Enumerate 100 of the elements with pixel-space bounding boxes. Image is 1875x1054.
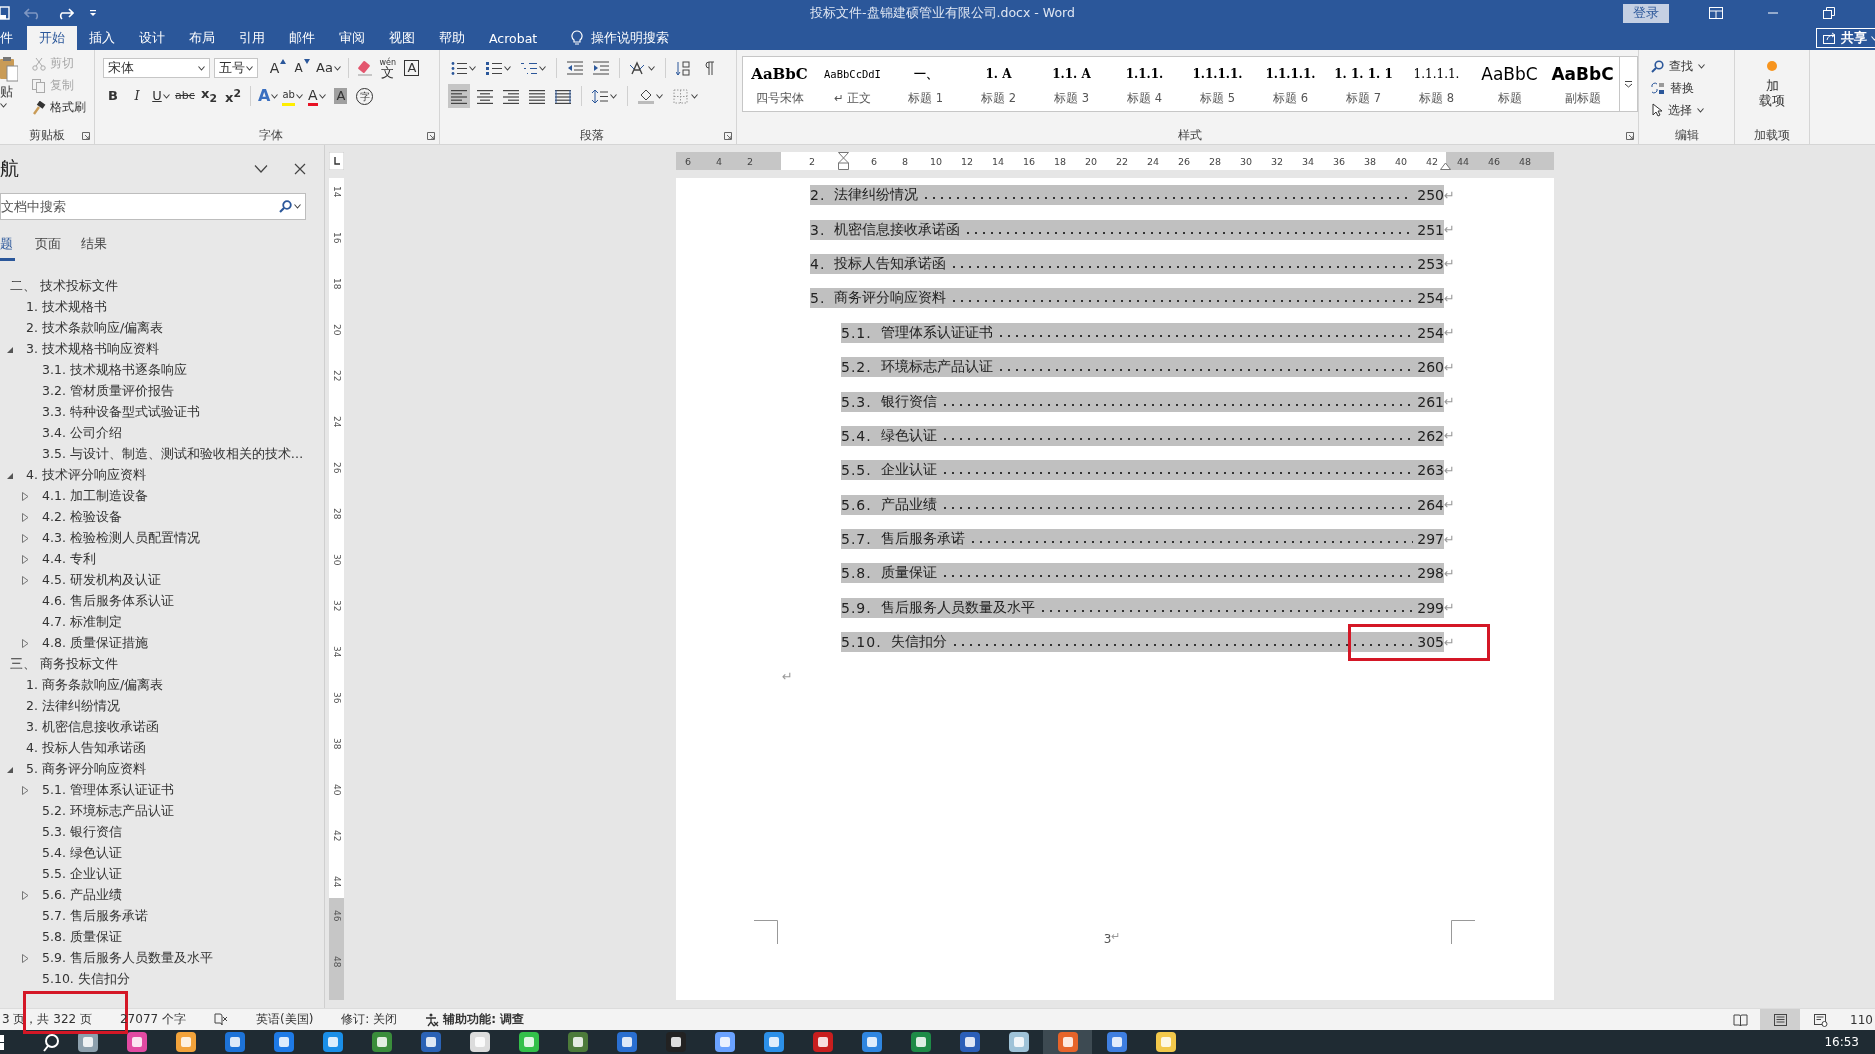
toc-entry[interactable]: 3. 机密信息接收承诺函 251 xyxy=(810,219,1444,240)
expand-arrow-icon[interactable] xyxy=(22,786,29,795)
app-icon[interactable] xyxy=(860,1031,883,1053)
heading-link[interactable]: 5.3. 银行资信 xyxy=(42,824,122,841)
accessibility-status[interactable]: 辅助功能: 调查 xyxy=(425,1011,525,1028)
change-case-button[interactable]: Aa xyxy=(316,57,341,79)
style-option[interactable]: 1.1.1.1. 标题 8 xyxy=(1400,57,1473,111)
underline-button[interactable]: U xyxy=(151,85,171,107)
ribbon-tab[interactable]: 件 xyxy=(0,26,27,50)
heading-link[interactable]: 二、 技术投标文件 xyxy=(10,278,118,295)
app-icon[interactable] xyxy=(174,1031,197,1053)
ribbon-tab[interactable]: 引用 xyxy=(227,26,277,50)
heading-link[interactable]: 3.4. 公司介绍 xyxy=(42,425,122,442)
toc-entry[interactable]: 5.10. 失信扣分 305 xyxy=(841,632,1444,653)
character-border-button[interactable]: A xyxy=(401,57,422,79)
heading-link[interactable]: 3.2. 管材质量评价报告 xyxy=(42,383,174,400)
collapse-arrow-icon[interactable] xyxy=(6,765,14,774)
app-icon[interactable] xyxy=(1154,1031,1177,1053)
heading-link[interactable]: 3.5. 与设计、制造、测试和验收相关的技术… xyxy=(42,446,304,463)
expand-arrow-icon[interactable] xyxy=(22,576,29,585)
customize-icon[interactable] xyxy=(88,8,98,18)
toc-entry[interactable]: 4. 投标人告知承诺函 253 xyxy=(810,253,1444,274)
expand-arrow-icon[interactable] xyxy=(22,639,29,648)
style-option[interactable]: 1. 1. 1. 1 标题 7 xyxy=(1327,57,1400,111)
format-painter-button[interactable]: 格式刷 xyxy=(32,98,86,117)
app-icon[interactable] xyxy=(321,1031,344,1053)
expand-arrow-icon[interactable] xyxy=(22,534,29,543)
tab-stop-icon[interactable] xyxy=(329,152,344,170)
italic-button[interactable]: I xyxy=(127,85,147,107)
toc-entry[interactable]: 5.3. 银行资信 261 xyxy=(841,391,1444,412)
search-field[interactable]: 文档中搜索 xyxy=(0,193,306,220)
search-icon[interactable] xyxy=(279,200,292,213)
highlight-button[interactable]: ab xyxy=(282,85,303,107)
style-option[interactable]: AaBbC 四号宋体 xyxy=(743,57,816,111)
app-icon[interactable] xyxy=(664,1031,687,1053)
ribbon-display-icon[interactable] xyxy=(1709,7,1723,19)
heading-link[interactable]: 2. 技术条款响应/偏离表 xyxy=(26,320,164,337)
language-status[interactable]: 英语(美国) xyxy=(256,1011,314,1028)
heading-link[interactable]: 1. 商务条款响应/偏离表 xyxy=(26,677,164,694)
expand-arrow-icon[interactable] xyxy=(22,492,29,501)
toc-entry[interactable]: 5.4. 绿色认证 262 xyxy=(841,425,1444,446)
app-icon[interactable] xyxy=(811,1031,834,1053)
expand-arrow-icon[interactable] xyxy=(22,891,29,900)
style-option[interactable]: AaBbCcDdI ↵ 正文 xyxy=(816,57,889,111)
heading-link[interactable]: 4.6. 售后服务体系认证 xyxy=(42,593,174,610)
toc-entry[interactable]: 5.9. 售后服务人员数量及水平 299 xyxy=(841,597,1444,618)
app-icon[interactable] xyxy=(1056,1031,1079,1053)
ribbon-tab[interactable]: 帮助 xyxy=(427,26,477,50)
heading-link[interactable]: 4.1. 加工制造设备 xyxy=(42,488,148,505)
strikethrough-button[interactable]: abc xyxy=(175,85,195,107)
font-size-field[interactable]: 五号 xyxy=(214,58,258,78)
print-view-button[interactable] xyxy=(1760,1008,1801,1031)
page-count[interactable]: 3 页，共 322 页 xyxy=(2,1011,92,1028)
pane-tab[interactable]: 页面 xyxy=(35,232,61,258)
heading-link[interactable]: 5.5. 企业认证 xyxy=(42,866,122,883)
app-icon[interactable] xyxy=(370,1031,393,1053)
toc-entry[interactable]: 5.1. 管理体系认证证书 254 xyxy=(841,322,1444,343)
app-icon[interactable] xyxy=(1007,1031,1030,1053)
style-option[interactable]: 1.1.1.1. 标题 5 xyxy=(1181,57,1254,111)
heading-link[interactable]: 1. 技术规格书 xyxy=(26,299,107,316)
heading-link[interactable]: 5.10. 失信扣分 xyxy=(42,971,130,988)
tell-me-search[interactable]: 操作说明搜索 xyxy=(591,29,670,47)
pane-tab[interactable]: 结果 xyxy=(81,232,107,258)
ribbon-tab[interactable]: 开始 xyxy=(27,26,77,50)
collapse-arrow-icon[interactable] xyxy=(6,471,14,480)
app-icon[interactable] xyxy=(468,1031,491,1053)
toc-entry[interactable]: 5.5. 企业认证 263 xyxy=(841,460,1444,481)
heading-link[interactable]: 三、 商务投标文件 xyxy=(10,656,118,673)
style-option[interactable]: 1. A 标题 2 xyxy=(962,57,1035,111)
chevron-down-icon[interactable] xyxy=(254,164,268,174)
app-icon[interactable] xyxy=(76,1031,99,1053)
heading-link[interactable]: 5.7. 售后服务承诺 xyxy=(42,908,148,925)
heading-link[interactable]: 5.1. 管理体系认证证书 xyxy=(42,782,174,799)
heading-link[interactable]: 5.8. 质量保证 xyxy=(42,929,122,946)
font-name-field[interactable]: 宋体 xyxy=(103,58,210,78)
paste-button[interactable]: 贴 xyxy=(0,54,22,108)
app-icon[interactable] xyxy=(517,1031,540,1053)
font-color-button[interactable]: A xyxy=(306,85,327,107)
heading-link[interactable]: 4.3. 检验检测人员配置情况 xyxy=(42,530,200,547)
app-icon[interactable] xyxy=(223,1031,246,1053)
indent-marker-icon[interactable] xyxy=(837,152,849,170)
app-icon[interactable] xyxy=(272,1031,295,1053)
app-icon[interactable] xyxy=(125,1031,148,1053)
zoom-level[interactable]: 110 xyxy=(1850,1012,1873,1027)
collapse-arrow-icon[interactable] xyxy=(6,345,14,354)
dialog-launcher-icon[interactable] xyxy=(1626,132,1634,140)
app-icon[interactable] xyxy=(762,1031,785,1053)
toc-entry[interactable]: 5.8. 质量保证 298 xyxy=(841,563,1444,584)
shrink-font-button[interactable]: A xyxy=(292,57,312,79)
toc-entry[interactable]: 5.7. 售后服务承诺 297 xyxy=(841,529,1444,550)
pane-tab[interactable]: 题 xyxy=(0,232,15,261)
style-option[interactable]: AaBbC 副标题 xyxy=(1546,57,1619,111)
sign-in-button[interactable]: 登录 xyxy=(1623,3,1669,23)
heading-link[interactable]: 3.1. 技术规格书逐条响应 xyxy=(42,362,187,379)
replace-button[interactable]: 替换 xyxy=(1651,78,1705,98)
grow-font-button[interactable]: A xyxy=(268,57,288,79)
phonetic-guide-button[interactable]: wén 文 xyxy=(377,57,398,79)
app-icon[interactable] xyxy=(1105,1031,1128,1053)
subscript-button[interactable]: x$_{2}$ xyxy=(199,85,219,107)
expand-arrow-icon[interactable] xyxy=(22,954,29,963)
